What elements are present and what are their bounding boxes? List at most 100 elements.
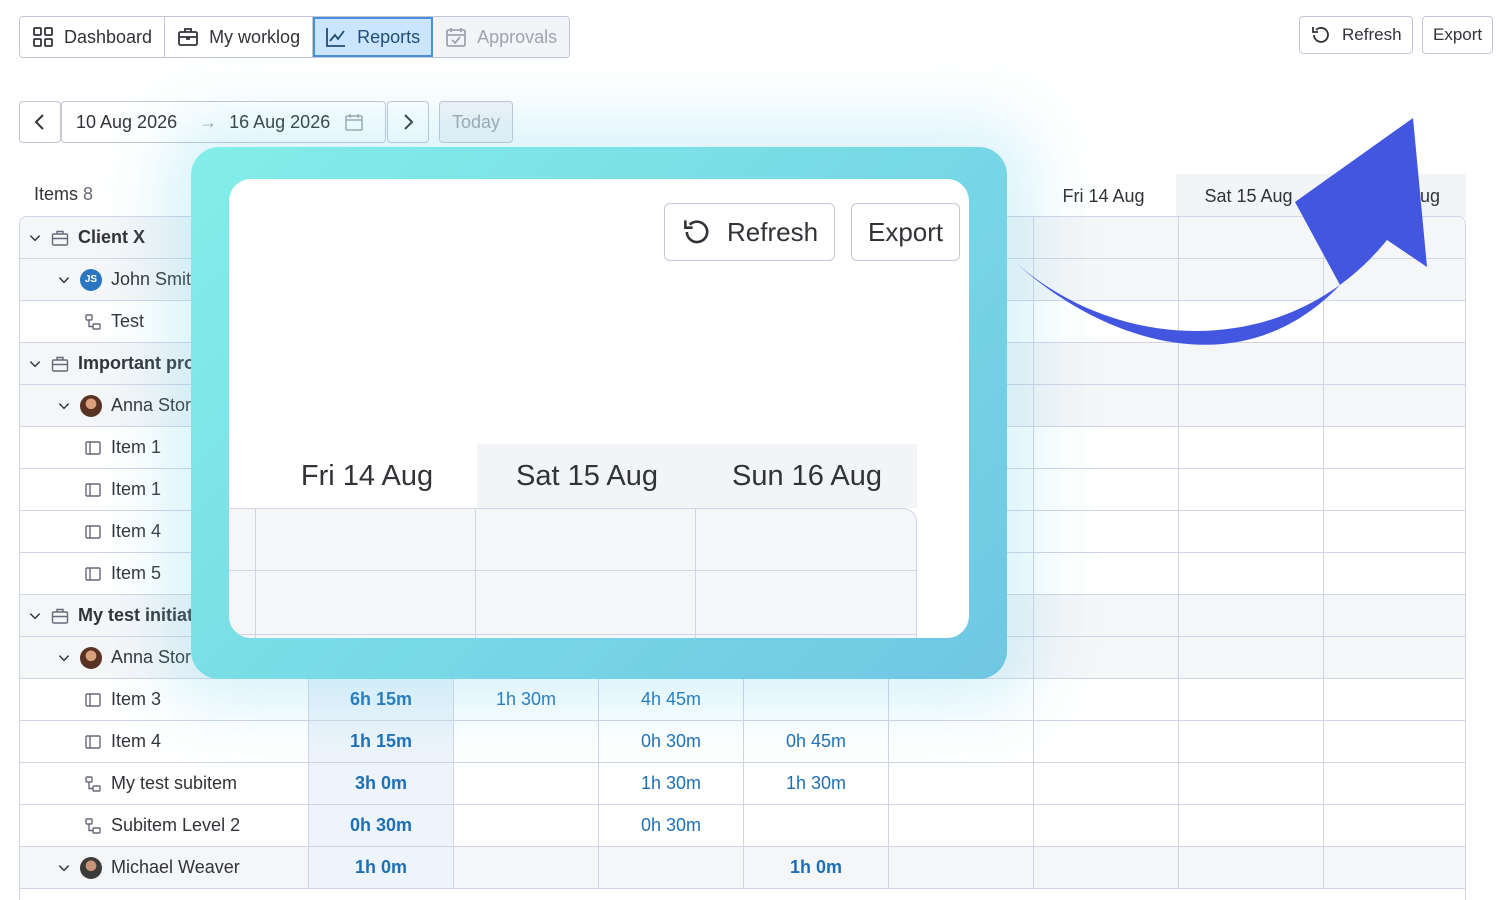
day-cell[interactable]: [1323, 847, 1465, 888]
day-cell[interactable]: [1178, 553, 1323, 594]
day-cell[interactable]: [453, 763, 598, 804]
day-cell[interactable]: [1323, 385, 1465, 426]
table-row[interactable]: Michael Weaver 1h 0m 1h 0m: [20, 847, 1465, 889]
table-row[interactable]: My test subitem 3h 0m 1h 30m 1h 30m: [20, 763, 1465, 805]
day-cell[interactable]: [1033, 469, 1178, 510]
day-cell[interactable]: [1178, 511, 1323, 552]
day-cell[interactable]: [1323, 511, 1465, 552]
day-cell[interactable]: [743, 679, 888, 720]
day-cell[interactable]: 0h 30m: [598, 805, 743, 846]
day-cell[interactable]: 1h 30m: [743, 763, 888, 804]
day-cell[interactable]: [1033, 511, 1178, 552]
day-cell[interactable]: [1178, 805, 1323, 846]
day-cell[interactable]: [888, 679, 1033, 720]
zoom-grid-line: [229, 634, 917, 635]
range-arrow: →: [199, 111, 218, 132]
briefcase-icon: [51, 608, 69, 624]
day-cell[interactable]: [1033, 595, 1178, 636]
zoom-day-header-fri: Fri 14 Aug: [257, 444, 477, 508]
tab-approvals[interactable]: Approvals: [433, 17, 570, 57]
day-cell[interactable]: 1h 30m: [598, 763, 743, 804]
total-cell[interactable]: 3h 0m: [308, 763, 453, 804]
zoom-refresh-button[interactable]: Refresh: [664, 203, 836, 261]
chevron-down-icon[interactable]: [57, 273, 71, 287]
day-cell[interactable]: 0h 45m: [743, 721, 888, 762]
refresh-button[interactable]: Refresh: [1299, 16, 1413, 54]
day-cell[interactable]: [1178, 721, 1323, 762]
table-row[interactable]: Subitem Level 2 0h 30m 0h 30m: [20, 805, 1465, 847]
day-cell[interactable]: [1178, 595, 1323, 636]
today-button[interactable]: Today: [439, 101, 513, 143]
day-cell[interactable]: 0h 30m: [598, 721, 743, 762]
day-cell[interactable]: [743, 805, 888, 846]
day-cell[interactable]: [453, 805, 598, 846]
day-cell[interactable]: 1h 30m: [453, 679, 598, 720]
day-cell[interactable]: [1178, 385, 1323, 426]
day-cell[interactable]: [1033, 763, 1178, 804]
day-cell[interactable]: [1033, 805, 1178, 846]
table-row[interactable]: Item 4 1h 15m 0h 30m 0h 45m: [20, 721, 1465, 763]
row-label: Subitem Level 2: [111, 815, 241, 835]
day-cell[interactable]: [888, 721, 1033, 762]
row-name: Item 1: [84, 427, 161, 468]
day-cell[interactable]: [1178, 427, 1323, 468]
row-label: Michael Weaver: [111, 857, 240, 877]
row-label: My test subitem: [111, 773, 238, 793]
day-cell[interactable]: [888, 847, 1033, 888]
day-cell[interactable]: [1033, 385, 1178, 426]
day-cell[interactable]: 1h 0m: [743, 847, 888, 888]
day-cell[interactable]: [1178, 763, 1323, 804]
export-button[interactable]: Export: [1422, 16, 1494, 54]
day-cell[interactable]: [1178, 637, 1323, 678]
day-cell[interactable]: [1323, 805, 1465, 846]
refresh-icon: [1312, 27, 1329, 43]
total-cell[interactable]: 1h 15m: [308, 721, 453, 762]
day-cell[interactable]: [1323, 763, 1465, 804]
date-range-picker[interactable]: 10 Aug 2026 → 16 Aug 2026: [61, 101, 386, 143]
tab-dashboard[interactable]: Dashboard: [20, 17, 166, 57]
chevron-down-icon[interactable]: [57, 399, 71, 413]
day-cell[interactable]: [1033, 721, 1178, 762]
row-name: Subitem Level 2: [84, 805, 240, 846]
next-week-button[interactable]: [387, 101, 429, 143]
day-cell[interactable]: [1033, 637, 1178, 678]
briefcase-icon: [178, 28, 198, 46]
day-cell[interactable]: [1323, 721, 1465, 762]
day-cell[interactable]: [1323, 469, 1465, 510]
day-cell[interactable]: [453, 721, 598, 762]
total-cell[interactable]: 1h 0m: [308, 847, 453, 888]
day-cell[interactable]: [1323, 637, 1465, 678]
day-cell[interactable]: [1033, 427, 1178, 468]
zoom-day-header-sun: Sun 16 Aug: [697, 444, 917, 508]
day-cell[interactable]: [1323, 679, 1465, 720]
day-cell[interactable]: [888, 805, 1033, 846]
row-label: Important pro: [78, 353, 195, 373]
chevron-down-icon[interactable]: [28, 357, 42, 371]
chevron-down-icon[interactable]: [28, 609, 42, 623]
chevron-down-icon[interactable]: [57, 651, 71, 665]
zoom-export-button[interactable]: Export: [851, 203, 961, 261]
day-cell[interactable]: [453, 847, 598, 888]
day-cell[interactable]: [1033, 847, 1178, 888]
previous-week-button[interactable]: [19, 101, 61, 143]
day-cell[interactable]: [888, 763, 1033, 804]
tab-reports[interactable]: Reports: [313, 17, 434, 57]
avatar: JS: [80, 268, 102, 291]
day-cell[interactable]: [1033, 553, 1178, 594]
day-cell[interactable]: [1323, 427, 1465, 468]
chevron-down-icon[interactable]: [28, 231, 42, 245]
total-cell[interactable]: 6h 15m: [308, 679, 453, 720]
day-cell[interactable]: [1323, 553, 1465, 594]
chevron-down-icon[interactable]: [57, 861, 71, 875]
tab-my-worklog[interactable]: My worklog: [165, 17, 314, 57]
avatar: [80, 646, 102, 669]
total-cell[interactable]: 0h 30m: [308, 805, 453, 846]
day-cell[interactable]: [1178, 679, 1323, 720]
day-cell[interactable]: [1033, 679, 1178, 720]
day-cell[interactable]: 4h 45m: [598, 679, 743, 720]
day-cell[interactable]: [1178, 847, 1323, 888]
table-row[interactable]: Item 3 6h 15m 1h 30m 4h 45m: [20, 679, 1465, 721]
day-cell[interactable]: [598, 847, 743, 888]
day-cell[interactable]: [1323, 595, 1465, 636]
day-cell[interactable]: [1178, 469, 1323, 510]
